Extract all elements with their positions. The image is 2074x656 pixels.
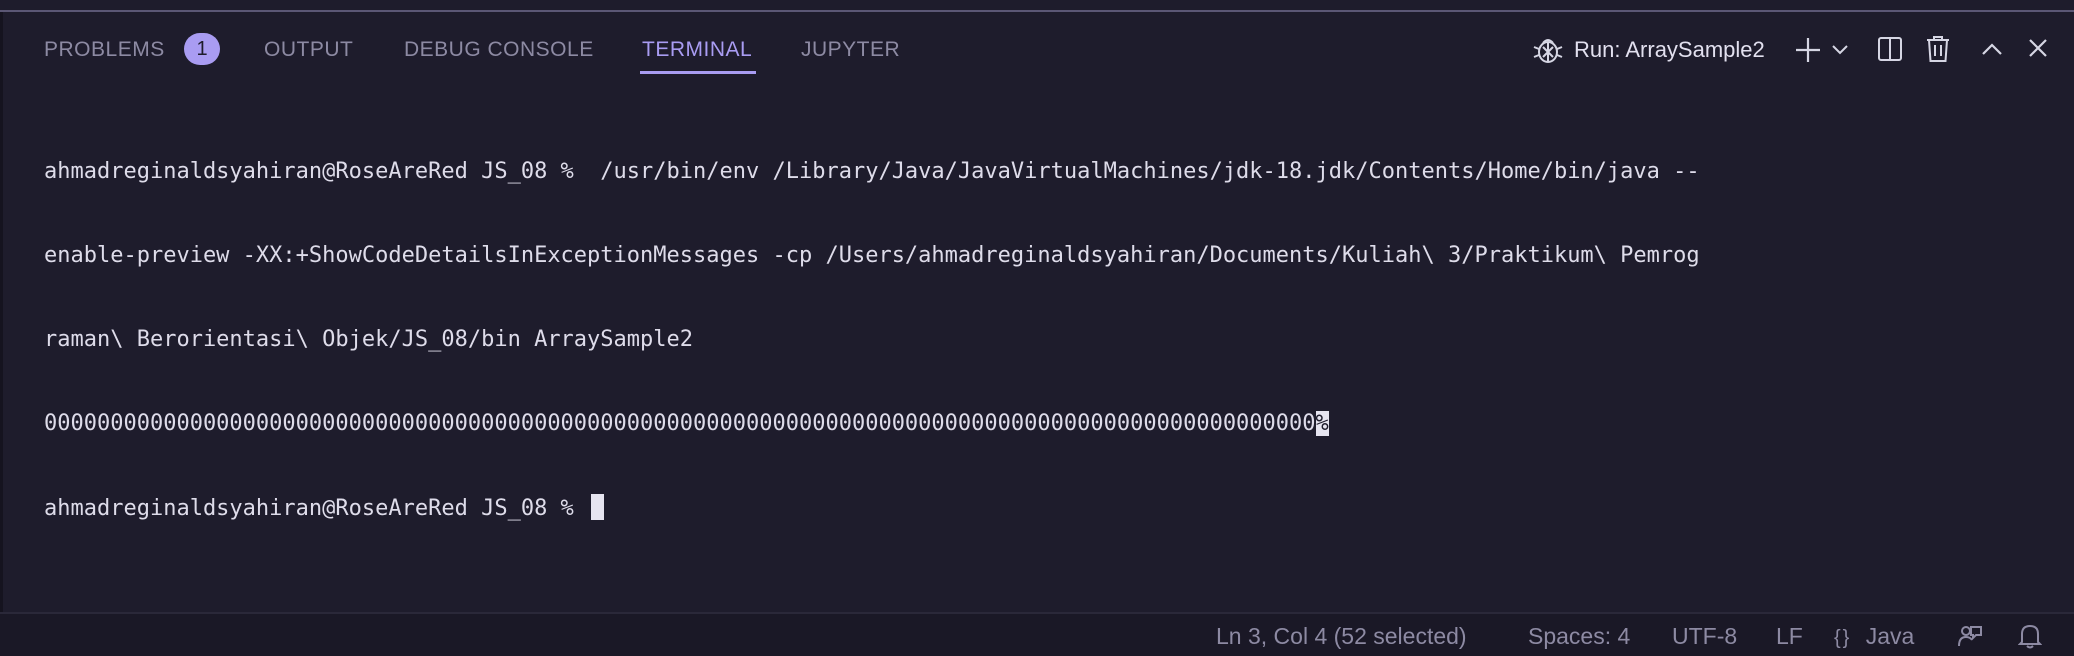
split-terminal-icon[interactable]: [1876, 34, 1904, 64]
terminal-line: enable-preview -XX:+ShowCodeDetailsInExc…: [44, 243, 1700, 268]
shell-prompt: ahmadreginaldsyahiran@RoseAreRed JS_08 %: [44, 496, 588, 521]
braces-icon: {}: [1834, 627, 1852, 649]
terminal-output-line: 0000000000000000000000000000000000000000…: [44, 410, 1804, 438]
tab-problems-label: PROBLEMS: [44, 38, 165, 61]
active-tab-indicator: [640, 71, 757, 74]
encoding-status[interactable]: UTF-8: [1672, 622, 1737, 650]
partial-line-marker: %: [1315, 411, 1329, 436]
tab-jupyter-label: JUPYTER: [801, 38, 901, 61]
cursor-position-status[interactable]: Ln 3, Col 4 (52 selected): [1216, 622, 1467, 650]
tab-output[interactable]: OUTPUT: [264, 36, 353, 76]
chevron-down-icon[interactable]: [1830, 40, 1850, 60]
close-icon[interactable]: [2026, 36, 2050, 60]
tab-terminal[interactable]: TERMINAL: [640, 36, 757, 76]
run-task-label[interactable]: Run: ArraySample2: [1574, 36, 1765, 64]
trash-icon[interactable]: [1924, 33, 1952, 65]
tab-problems[interactable]: PROBLEMS: [44, 36, 165, 76]
terminal-output[interactable]: ahmadreginaldsyahiran@RoseAreRed JS_08 %…: [44, 102, 1804, 550]
terminal-line: raman\ Berorientasi\ Objek/JS_08/bin Arr…: [44, 327, 694, 352]
feedback-icon[interactable]: [1956, 622, 1984, 650]
program-output: 0000000000000000000000000000000000000000…: [44, 411, 1316, 436]
tab-terminal-label: TERMINAL: [642, 38, 753, 61]
plus-icon[interactable]: [1794, 36, 1822, 64]
bug-icon[interactable]: [1532, 32, 1564, 68]
tab-jupyter[interactable]: JUPYTER: [801, 36, 900, 76]
language-mode-status[interactable]: {} Java: [1834, 622, 1914, 652]
panel-top-border: [0, 10, 2074, 12]
chevron-up-icon[interactable]: [1980, 38, 2004, 60]
tab-debug-console-label: DEBUG CONSOLE: [404, 38, 594, 61]
status-bar: Ln 3, Col 4 (52 selected) Spaces: 4 UTF-…: [0, 612, 2074, 656]
eol-status[interactable]: LF: [1776, 622, 1803, 650]
terminal-prompt-line: ahmadreginaldsyahiran@RoseAreRed JS_08 %: [44, 494, 1804, 522]
language-label: Java: [1865, 623, 1915, 649]
terminal-cursor: [591, 494, 605, 520]
tab-output-label: OUTPUT: [264, 38, 354, 61]
indentation-status[interactable]: Spaces: 4: [1528, 622, 1630, 650]
terminal-line: ahmadreginaldsyahiran@RoseAreRed JS_08 %…: [44, 159, 1700, 184]
notifications-bell-icon[interactable]: [2016, 622, 2044, 650]
panel-left-edge: [0, 12, 3, 612]
problems-count-badge: 1: [184, 33, 220, 65]
tab-debug-console[interactable]: DEBUG CONSOLE: [404, 36, 594, 76]
